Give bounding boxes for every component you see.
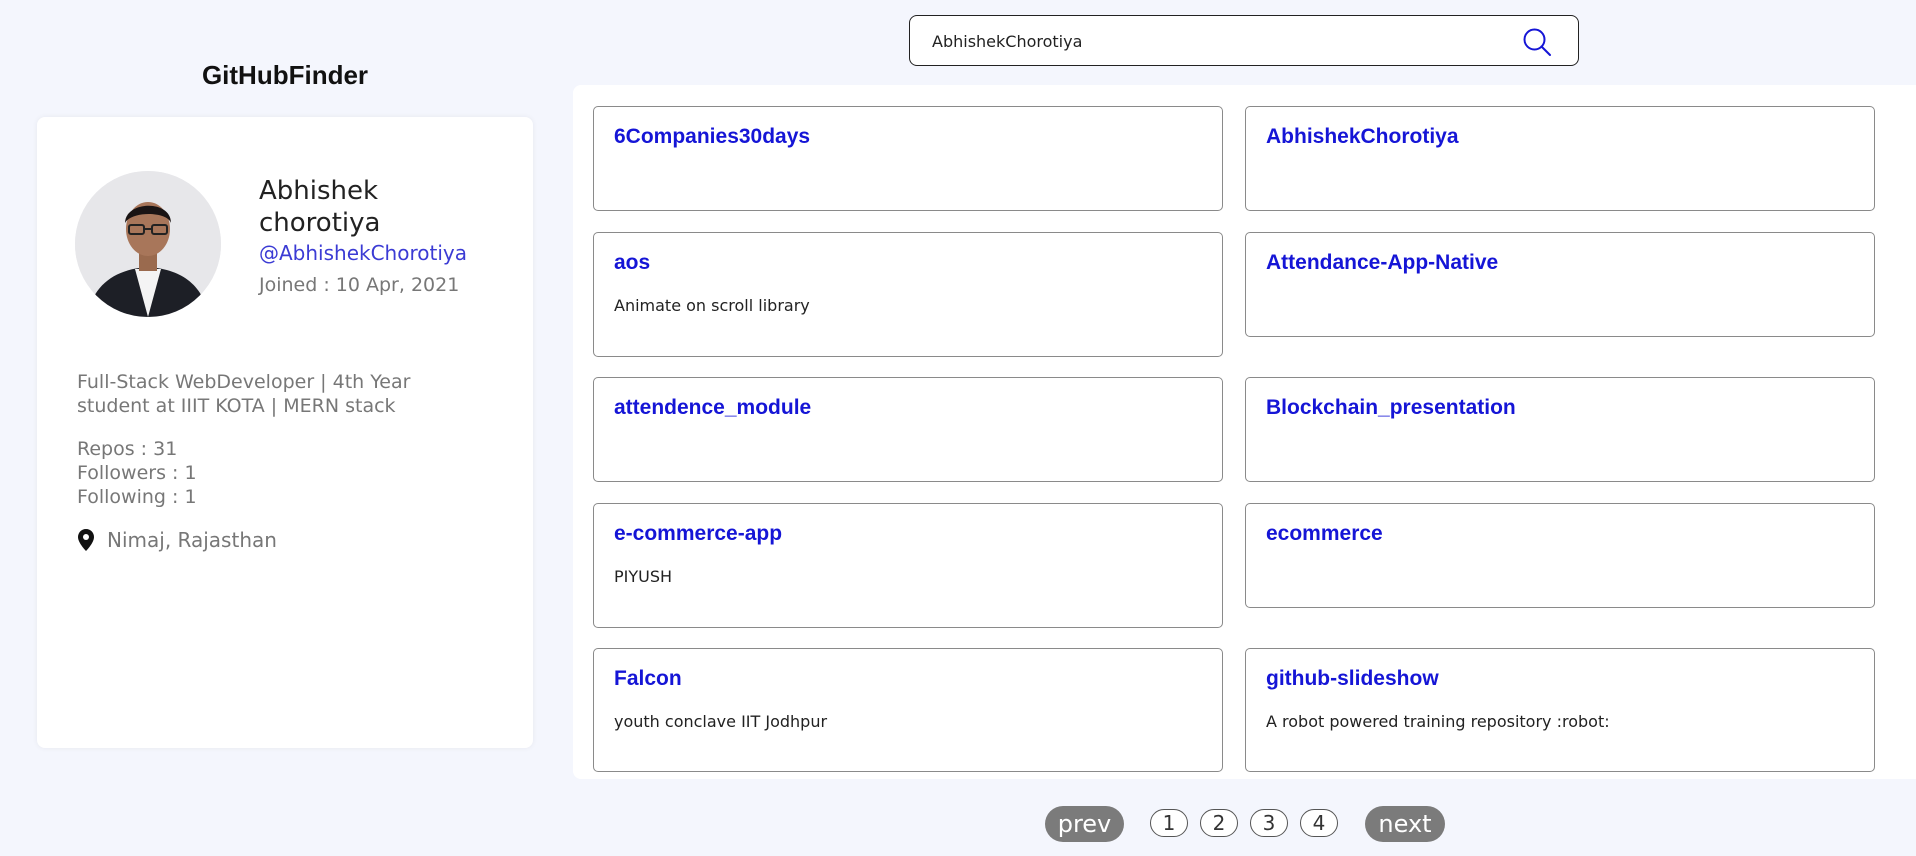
profile-joined: Joined : 10 Apr, 2021 [259, 274, 460, 296]
profile-bio: Full-Stack WebDeveloper | 4th Year stude… [77, 371, 411, 417]
location-pin-icon [78, 529, 94, 551]
repo-name[interactable]: e-commerce-app [614, 522, 782, 546]
page-button-1[interactable]: 1 [1150, 809, 1188, 837]
repo-name[interactable]: Attendance-App-Native [1266, 251, 1498, 275]
repo-card[interactable]: Attendance-App-Native [1245, 232, 1875, 337]
repo-name[interactable]: ecommerce [1266, 522, 1383, 546]
repo-card[interactable]: ecommerce [1245, 503, 1875, 608]
repo-name[interactable]: Blockchain_presentation [1266, 396, 1516, 420]
following-count: Following : 1 [77, 486, 197, 508]
prev-button[interactable]: prev [1045, 806, 1124, 842]
repo-card[interactable]: AbhishekChorotiya [1245, 106, 1875, 211]
profile-stats: Repos : 31 Followers : 1 Following : 1 [77, 437, 197, 509]
followers-count: Followers : 1 [77, 462, 197, 484]
search-icon[interactable] [1522, 27, 1552, 57]
repo-name[interactable]: 6Companies30days [614, 125, 810, 149]
profile-handle[interactable]: @AbhishekChorotiya [259, 241, 467, 265]
repo-name[interactable]: attendence_module [614, 396, 811, 420]
repo-description: PIYUSH [614, 567, 673, 586]
next-button[interactable]: next [1365, 806, 1445, 842]
repo-card[interactable]: aos Animate on scroll library [593, 232, 1223, 357]
repo-card[interactable]: Blockchain_presentation [1245, 377, 1875, 482]
app-title: GitHubFinder [201, 60, 369, 90]
profile-name: Abhishek chorotiya [259, 176, 381, 238]
page-button-4[interactable]: 4 [1300, 809, 1338, 837]
repo-description: Animate on scroll library [614, 296, 810, 315]
search-input[interactable] [932, 26, 1492, 56]
repo-card[interactable]: attendence_module [593, 377, 1223, 482]
profile-location: Nimaj, Rajasthan [75, 528, 277, 552]
repo-card[interactable]: github-slideshow A robot powered trainin… [1245, 648, 1875, 772]
repo-name[interactable]: github-slideshow [1266, 667, 1439, 691]
page-button-2[interactable]: 2 [1200, 809, 1238, 837]
avatar-image [75, 171, 221, 317]
repos-count: Repos : 31 [77, 438, 178, 460]
repo-card[interactable]: e-commerce-app PIYUSH [593, 503, 1223, 628]
repo-name[interactable]: Falcon [614, 667, 682, 691]
repo-card[interactable]: 6Companies30days [593, 106, 1223, 211]
repo-card[interactable]: Falcon youth conclave IIT Jodhpur [593, 648, 1223, 772]
search-bar [909, 15, 1579, 66]
repo-name[interactable]: AbhishekChorotiya [1266, 125, 1459, 149]
location-text: Nimaj, Rajasthan [107, 528, 277, 552]
repo-description: A robot powered training repository :rob… [1266, 712, 1610, 731]
profile-card: Abhishek chorotiya @AbhishekChorotiya Jo… [37, 117, 533, 748]
repo-description: youth conclave IIT Jodhpur [614, 712, 828, 731]
page-button-3[interactable]: 3 [1250, 809, 1288, 837]
avatar [75, 171, 221, 317]
repo-name[interactable]: aos [614, 251, 650, 275]
